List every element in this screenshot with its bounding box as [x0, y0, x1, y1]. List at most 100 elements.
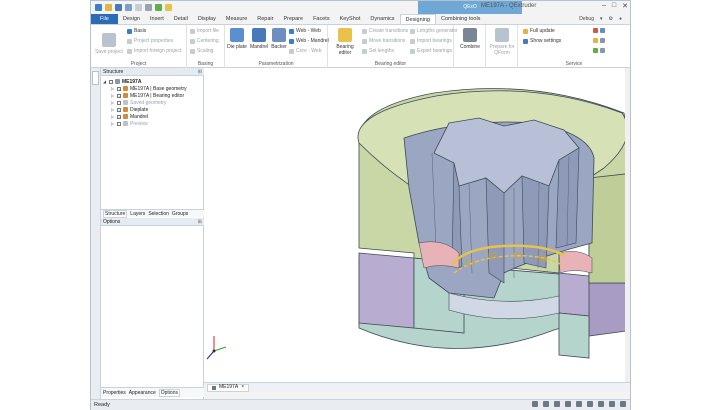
- zoom-icon[interactable]: [565, 401, 571, 407]
- lengths-generator-button[interactable]: Lengths generator: [410, 28, 458, 34]
- full-update-button[interactable]: Full update: [523, 28, 555, 34]
- visibility-checkbox[interactable]: ✓: [117, 93, 121, 98]
- tab-design[interactable]: Design: [118, 14, 145, 24]
- combine-button[interactable]: Combine: [456, 28, 484, 50]
- scaling-button[interactable]: Scaling: [190, 48, 213, 54]
- tab-repair[interactable]: Repair: [252, 14, 278, 24]
- export-bearings-button[interactable]: Export bearings: [410, 48, 452, 54]
- show-settings-button[interactable]: Show settings: [523, 38, 561, 44]
- settings-icon[interactable]: ⚙: [608, 16, 612, 22]
- document-tab[interactable]: ME197A ×: [207, 383, 250, 392]
- project-properties-button[interactable]: Project properties: [127, 38, 173, 44]
- tab-file[interactable]: File: [91, 14, 118, 24]
- tab-layers[interactable]: Layers: [130, 211, 145, 217]
- tab-options[interactable]: Options: [158, 388, 180, 397]
- import-file-button[interactable]: Import file: [190, 28, 219, 34]
- viewport-scrollbar[interactable]: [625, 68, 630, 382]
- die-plate-button[interactable]: Die plate: [227, 28, 247, 50]
- set-lengths-button[interactable]: Set lengths: [362, 48, 394, 54]
- visibility-checkbox[interactable]: [117, 100, 121, 105]
- tab-insert[interactable]: Insert: [145, 14, 169, 24]
- visibility-checkbox[interactable]: ✓: [117, 107, 121, 112]
- undo-icon[interactable]: [125, 4, 132, 11]
- backer-button[interactable]: Backer: [270, 28, 288, 50]
- collapse-icon[interactable]: ◢: [103, 79, 107, 84]
- close-icon[interactable]: ✕: [622, 2, 628, 10]
- web-web-button[interactable]: Web - Web: [289, 28, 321, 34]
- save-icon[interactable]: [115, 4, 122, 11]
- green-tool-icon[interactable]: [155, 4, 162, 11]
- tab-groups[interactable]: Groups: [172, 211, 188, 217]
- yellow-tool-icon[interactable]: [165, 4, 172, 11]
- box-select-icon[interactable]: [576, 401, 582, 407]
- minimize-icon[interactable]: –: [602, 2, 606, 10]
- view-icon[interactable]: [543, 401, 549, 407]
- move-transitions-button[interactable]: Move transitions: [362, 38, 405, 44]
- pin-icon[interactable]: ⊞: [198, 68, 202, 76]
- tree-item[interactable]: ▷ ✓ Dieplate: [111, 106, 187, 113]
- tab-selection[interactable]: Selection: [148, 211, 169, 217]
- select-icon[interactable]: [145, 4, 152, 11]
- tree-root[interactable]: ◢ ME197A: [103, 78, 187, 85]
- tab-prepare[interactable]: Prepare: [278, 14, 308, 24]
- import-foreign-project-button[interactable]: Import foreign project: [127, 48, 181, 54]
- pen-icon[interactable]: [587, 401, 593, 407]
- debug-dropdown[interactable]: Debug: [579, 16, 594, 22]
- basis-button[interactable]: Basis: [127, 28, 146, 34]
- visibility-checkbox[interactable]: ✓: [117, 86, 121, 91]
- mandrel-button[interactable]: Mandrel: [249, 28, 269, 50]
- 3d-viewport[interactable]: [204, 68, 645, 382]
- help-icon[interactable]: ●: [619, 16, 622, 22]
- combine-icon: [463, 28, 477, 42]
- view-icon[interactable]: [532, 401, 538, 407]
- service-tool-3[interactable]: [593, 48, 605, 53]
- tree-item[interactable]: ▷ ✓ ME197A | Bearing editor: [111, 92, 187, 99]
- tab-combining-tools[interactable]: Combining tools: [436, 14, 485, 24]
- import-bearings-button[interactable]: Import bearings: [410, 38, 452, 44]
- model-render[interactable]: [204, 68, 645, 382]
- chevron-down-icon[interactable]: ▾: [600, 16, 603, 22]
- expand-icon[interactable]: ▷: [111, 114, 115, 119]
- maximize-icon[interactable]: □: [612, 2, 616, 10]
- service-tool-1[interactable]: [593, 28, 605, 33]
- tab-designing[interactable]: Designing: [399, 14, 436, 24]
- bearing-editor-button[interactable]: Bearing editor: [330, 28, 360, 56]
- tree-item[interactable]: ▷ Saved geometry: [111, 99, 187, 106]
- tab-display[interactable]: Display: [193, 14, 221, 24]
- measure-icon[interactable]: [609, 401, 615, 407]
- tab-facets[interactable]: Facets: [308, 14, 335, 24]
- web-mandrel-button[interactable]: Web - Mandrel: [289, 38, 329, 44]
- redo-icon[interactable]: [135, 4, 142, 11]
- create-transitions-button[interactable]: Create transitions: [362, 28, 408, 34]
- tree-item[interactable]: ▷ ✓ ME197A | Base geometry: [111, 85, 187, 92]
- visibility-checkbox[interactable]: [117, 121, 121, 126]
- tab-appearance[interactable]: Appearance: [129, 390, 156, 396]
- core-web-button[interactable]: Core - Web: [289, 48, 321, 54]
- visibility-checkbox[interactable]: ✓: [117, 114, 121, 119]
- tab-detail[interactable]: Detail: [169, 14, 193, 24]
- open-icon[interactable]: [105, 4, 112, 11]
- layout-icon[interactable]: [620, 401, 626, 407]
- tab-properties[interactable]: Properties: [103, 390, 126, 396]
- root-checkbox[interactable]: [109, 79, 113, 84]
- expand-icon[interactable]: ▷: [111, 100, 115, 105]
- expand-icon[interactable]: ▷: [111, 86, 115, 91]
- expand-icon[interactable]: ▷: [111, 107, 115, 112]
- prepare-qform-button[interactable]: Prepare for QForm: [487, 28, 517, 56]
- tree-item[interactable]: ▷ ✓ Mandrel: [111, 113, 187, 120]
- tab-structure[interactable]: Structure: [103, 209, 128, 218]
- tree-item[interactable]: ▷ Preview: [111, 120, 187, 127]
- expand-icon[interactable]: ▷: [111, 93, 115, 98]
- centering-button[interactable]: Centering: [190, 38, 219, 44]
- service-tool-2[interactable]: [593, 38, 605, 43]
- select-icon[interactable]: [554, 401, 560, 407]
- expand-icon[interactable]: ▷: [111, 121, 115, 126]
- close-icon[interactable]: ×: [241, 384, 244, 391]
- tab-dynamics[interactable]: Dynamics: [365, 14, 399, 24]
- pin-icon[interactable]: ⊞: [198, 218, 202, 226]
- tab-measure[interactable]: Measure: [221, 14, 252, 24]
- save-project-button[interactable]: Save project: [94, 33, 124, 55]
- vertical-tab[interactable]: [92, 71, 99, 85]
- snap-icon[interactable]: [598, 401, 604, 407]
- tab-keyshot[interactable]: KeyShot: [335, 14, 366, 24]
